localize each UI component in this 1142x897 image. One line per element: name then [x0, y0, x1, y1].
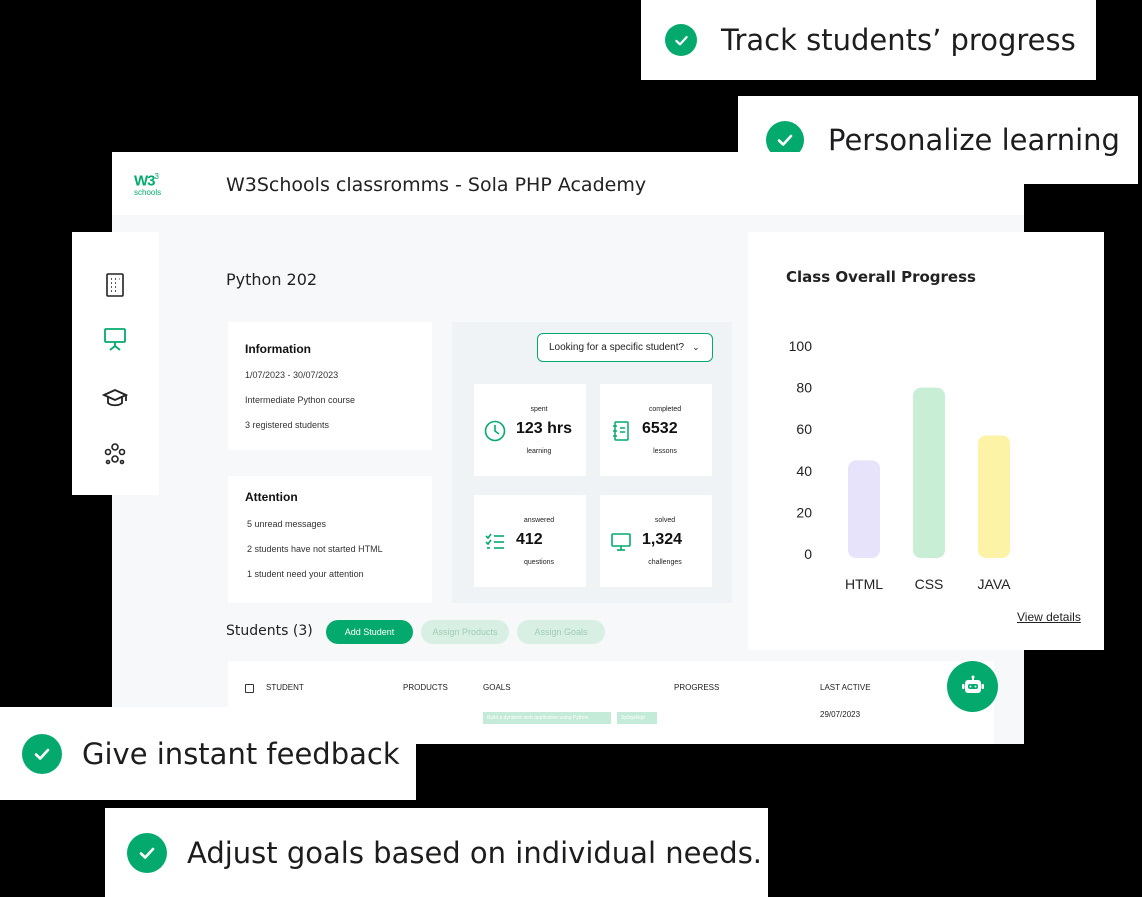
monitor-icon — [610, 531, 632, 553]
stat-unit: challenges — [648, 559, 682, 566]
column-header-progress[interactable]: PROGRESS — [674, 683, 719, 692]
checklist-icon — [484, 531, 506, 553]
stat-card-completed: completed 6532 lessons — [600, 384, 712, 476]
sidebar — [72, 232, 159, 495]
stat-card-answered: answered 412 questions — [474, 495, 586, 587]
app-header: W33 schools W3Schools classromms - Sola … — [112, 152, 1024, 215]
column-header-student[interactable]: STUDENT — [266, 683, 304, 692]
select-all-checkbox[interactable] — [245, 684, 254, 693]
course-title: Python 202 — [226, 270, 318, 289]
attention-item[interactable]: 2 students have not started HTML — [247, 544, 415, 554]
y-tick-label: 0 — [804, 546, 812, 562]
y-tick-label: 40 — [796, 463, 812, 479]
attention-item[interactable]: 5 unread messages — [247, 519, 415, 529]
callout-track-progress: Track students’ progress — [641, 0, 1096, 80]
attention-card: Attention 5 unread messages 2 students h… — [228, 476, 432, 603]
presentation-icon[interactable] — [102, 326, 128, 352]
stat-value: 6532 — [642, 420, 678, 437]
graduation-cap-icon[interactable] — [101, 385, 129, 411]
stat-card-spent: spent 123 hrs learning — [474, 384, 586, 476]
x-tick-label: HTML — [845, 576, 883, 592]
assistant-bot-button[interactable] — [947, 661, 998, 712]
student-search-dropdown[interactable]: Looking for a specific student? ⌄ — [537, 333, 713, 362]
bar-html[interactable] — [848, 460, 880, 558]
chevron-down-icon: ⌄ — [692, 342, 700, 352]
bar-css[interactable] — [913, 387, 945, 558]
robot-icon — [961, 675, 984, 693]
x-tick-label: JAVA — [978, 576, 1012, 592]
building-icon[interactable] — [102, 272, 128, 298]
y-tick-label: 100 — [789, 338, 813, 354]
stat-label: completed — [648, 406, 682, 413]
callout-feedback: Give instant feedback — [0, 707, 416, 800]
column-header-goals[interactable]: GOALS — [483, 683, 511, 692]
clock-icon — [484, 420, 506, 442]
column-header-products[interactable]: PRODUCTS — [403, 683, 448, 692]
card-heading: Information — [245, 342, 311, 356]
column-header-last-active[interactable]: LAST ACTIVE — [820, 683, 871, 692]
logo-superscript: 3 — [154, 172, 159, 181]
callout-goals: Adjust goals based on individual needs. — [105, 808, 768, 897]
attention-item[interactable]: 1 student need your attention — [247, 569, 415, 579]
users-icon[interactable] — [102, 440, 128, 466]
callout-text: Adjust goals based on individual needs. — [187, 835, 763, 870]
notebook-icon — [610, 420, 632, 442]
stat-label: answered — [523, 517, 555, 524]
stats-panel: Looking for a specific student? ⌄ spent … — [452, 322, 732, 603]
course-dates: 1/07/2023 - 30/07/2023 — [245, 370, 339, 380]
stat-card-solved: solved 1,324 challenges — [600, 495, 712, 587]
course-description: Intermediate Python course — [245, 395, 356, 405]
add-student-button[interactable]: Add Student — [326, 620, 413, 644]
logo-mark: W3 — [134, 172, 155, 190]
progress-chart-panel: Class Overall Progress 0 20 40 60 80 100 HTML C… — [748, 232, 1104, 650]
stat-label: solved — [654, 517, 676, 524]
goal-tag: Sp0qaRqd — [617, 712, 657, 724]
last-active-date: 29/07/2023 — [820, 710, 861, 719]
w3schools-logo[interactable]: W33 schools — [134, 172, 164, 202]
stat-unit: lessons — [653, 448, 677, 455]
view-details-link[interactable]: View details — [1017, 610, 1081, 624]
stat-value: 1,324 — [642, 531, 683, 548]
y-tick-label: 20 — [796, 504, 812, 520]
information-card: Information 1/07/2023 - 30/07/2023 Inter… — [228, 322, 432, 450]
page-title: W3Schools classromms - Sola PHP Academy — [226, 174, 647, 196]
search-label: Looking for a specific student? — [549, 342, 685, 353]
logo-sub: schools — [134, 188, 162, 198]
check-circle-icon — [665, 24, 697, 56]
card-heading: Attention — [245, 490, 298, 504]
students-heading: Students (3) — [226, 623, 313, 639]
progress-bar-chart: 0 20 40 60 80 100 HTML CSS JAVA — [789, 338, 1012, 592]
check-circle-icon — [127, 832, 167, 873]
goal-tag: Build a dynamic web application using Py… — [483, 712, 611, 724]
assign-products-button[interactable]: Assign Products — [421, 620, 509, 644]
stat-unit: learning — [526, 448, 552, 455]
chart-title: Class Overall Progress — [786, 268, 976, 286]
stat-value: 412 — [516, 531, 543, 548]
callout-text: Give instant feedback — [82, 736, 400, 771]
y-tick-label: 60 — [796, 421, 812, 437]
assign-goals-button[interactable]: Assign Goals — [517, 620, 605, 644]
check-circle-icon — [22, 733, 62, 774]
registered-count: 3 registered students — [245, 420, 330, 430]
callout-text: Track students’ progress — [721, 23, 1076, 57]
y-tick-label: 80 — [796, 380, 812, 396]
stat-unit: questions — [524, 559, 554, 566]
bar-java[interactable] — [978, 435, 1010, 558]
stat-value: 123 hrs — [516, 420, 573, 437]
x-tick-label: CSS — [915, 576, 944, 592]
stat-label: spent — [530, 406, 548, 413]
